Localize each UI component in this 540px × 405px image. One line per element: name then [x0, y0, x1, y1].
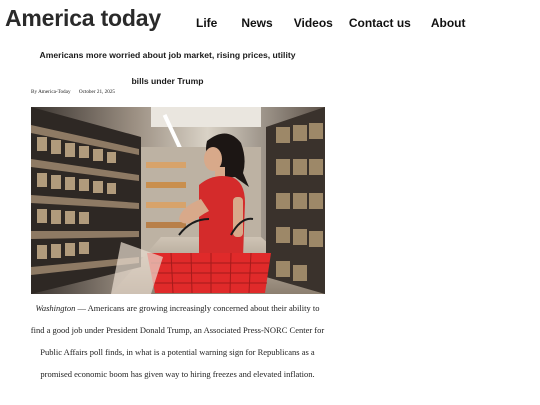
publish-date: October 21, 2025: [78, 89, 116, 95]
author: By America-Today: [31, 89, 71, 95]
grocery-aisle-photo: [31, 107, 325, 294]
nav-item-about[interactable]: About: [431, 16, 466, 30]
article-image: [31, 107, 325, 294]
nav-item-life[interactable]: Life: [196, 16, 217, 30]
byline: By America-Today October 21, 2025: [31, 89, 115, 95]
article-headline: Americans more worried about job market,…: [39, 50, 296, 86]
article-body-text: — Americans are growing increasingly con…: [30, 303, 325, 379]
site-title[interactable]: America today: [5, 5, 161, 32]
nav-item-videos[interactable]: Videos: [294, 16, 333, 30]
dateline: Washington: [35, 303, 76, 313]
main-nav: Life News Videos Contact us About: [196, 16, 466, 30]
nav-item-contact-us[interactable]: Contact us: [349, 16, 411, 30]
nav-item-news[interactable]: News: [241, 16, 272, 30]
article-body: Washington — Americans are growing incre…: [30, 297, 325, 385]
